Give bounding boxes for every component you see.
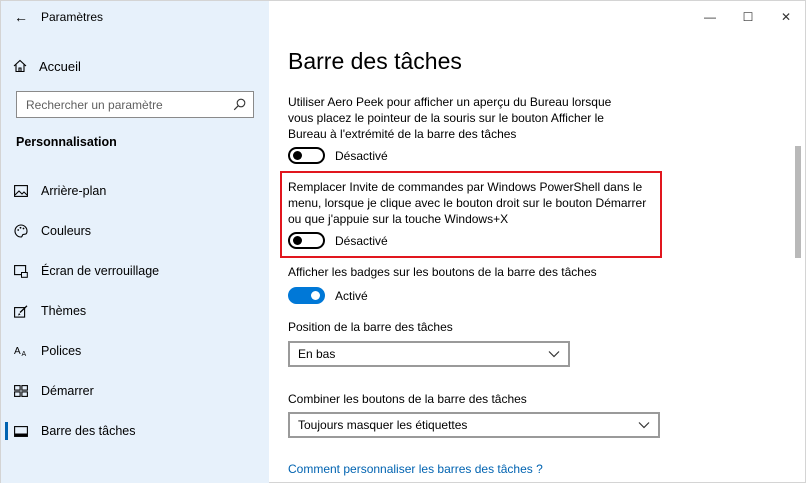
sidebar-item-home[interactable]: Accueil: [1, 51, 269, 81]
sidebar-item-couleurs[interactable]: Couleurs: [1, 211, 269, 251]
sidebar-item-label: Arrière-plan: [41, 184, 107, 198]
help-link[interactable]: Comment personnaliser les barres des tâc…: [288, 462, 543, 476]
maximize-icon: ☐: [742, 10, 754, 24]
combine-label: Combiner les boutons de la barre des tâc…: [288, 392, 527, 406]
sidebar-item-label: Polices: [41, 344, 82, 358]
dropdown-value: En bas: [298, 347, 336, 361]
highlight-box: [280, 171, 662, 258]
brush-icon: [1, 304, 41, 318]
sidebar-item-label: Thèmes: [41, 304, 87, 318]
badges-toggle-row: Activé: [288, 287, 368, 304]
start-icon: [1, 385, 41, 397]
aero-peek-toggle[interactable]: [288, 147, 325, 164]
aero-peek-toggle-row: Désactivé: [288, 147, 388, 164]
chevron-down-icon: [638, 416, 650, 434]
settings-window: ← Paramètres Accueil Personnalisation Ar…: [0, 0, 806, 483]
position-label: Position de la barre des tâches: [288, 320, 453, 334]
setting-description-aero-peek: Utiliser Aero Peek pour afficher un aper…: [288, 95, 612, 141]
toggle-state-label: Activé: [335, 288, 368, 303]
sidebar: ← Paramètres Accueil Personnalisation Ar…: [1, 1, 269, 483]
chevron-down-icon: [548, 345, 560, 363]
sidebar-item-arriere-plan[interactable]: Arrière-plan: [1, 171, 269, 211]
minimize-button[interactable]: —: [691, 1, 729, 33]
search-input[interactable]: [26, 97, 231, 112]
page-title: Barre des tâches: [288, 48, 462, 74]
taskbar-icon: [1, 425, 41, 437]
close-button[interactable]: ✕: [767, 1, 805, 33]
combine-dropdown[interactable]: Toujours masquer les étiquettes: [288, 412, 660, 438]
toggle-knob: [293, 151, 302, 160]
badges-toggle[interactable]: [288, 287, 325, 304]
setting-description-badges: Afficher les badges sur les boutons de l…: [288, 265, 597, 279]
window-controls: — ☐ ✕: [691, 1, 805, 33]
sidebar-item-themes[interactable]: Thèmes: [1, 291, 269, 331]
font-icon: AA: [1, 345, 41, 357]
sidebar-item-barre-des-taches[interactable]: Barre des tâches: [1, 411, 269, 451]
back-button[interactable]: ←: [1, 1, 41, 33]
sidebar-item-ecran-de-verrouillage[interactable]: Écran de verrouillage: [1, 251, 269, 291]
sidebar-item-label: Écran de verrouillage: [41, 264, 160, 278]
scrollbar-thumb[interactable]: [795, 146, 801, 258]
image-icon: [1, 185, 41, 197]
close-icon: ✕: [780, 10, 792, 24]
app-title: Paramètres: [41, 10, 104, 24]
sidebar-item-label: Accueil: [39, 58, 81, 74]
svg-text:A: A: [14, 346, 21, 357]
dropdown-value: Toujours masquer les étiquettes: [298, 418, 468, 432]
home-icon: [1, 59, 39, 73]
toggle-knob: [311, 291, 320, 300]
search-box[interactable]: [16, 91, 254, 118]
sidebar-item-label: Démarrer: [41, 384, 94, 398]
svg-text:A: A: [22, 351, 27, 357]
sidebar-item-label: Barre des tâches: [41, 424, 136, 438]
minimize-icon: —: [704, 10, 716, 24]
toggle-state-label: Désactivé: [335, 148, 388, 163]
sidebar-item-polices[interactable]: AA Polices: [1, 331, 269, 371]
lock-screen-icon: [1, 264, 41, 278]
back-arrow-icon: ←: [14, 9, 28, 25]
sidebar-nav: Arrière-plan Couleurs Écran de verrouill…: [1, 171, 269, 451]
position-dropdown[interactable]: En bas: [288, 341, 570, 367]
sidebar-item-label: Couleurs: [41, 224, 92, 238]
maximize-button[interactable]: ☐: [729, 1, 767, 33]
sidebar-item-demarrer[interactable]: Démarrer: [1, 371, 269, 411]
section-title: Personnalisation: [16, 135, 117, 149]
title-bar: ← Paramètres: [1, 1, 269, 33]
search-icon[interactable]: [231, 97, 247, 113]
palette-icon: [1, 224, 41, 238]
